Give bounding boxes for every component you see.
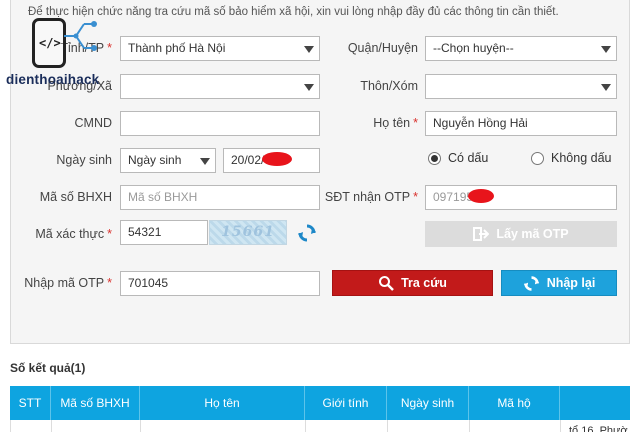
bhxh-label: Mã số BHXH (39, 190, 112, 204)
reset-label: Nhập lại (546, 276, 596, 290)
accent-off-radio[interactable] (531, 152, 544, 165)
bhxh-input[interactable]: Mã số BHXH (120, 185, 320, 210)
column-header (560, 386, 630, 420)
otp-phone-input[interactable]: 097195 (425, 185, 617, 210)
column-header: Ngày sinh (387, 386, 469, 420)
otp-phone-label: SĐT nhận OTP * (324, 190, 418, 204)
refresh-captcha-icon[interactable] (297, 223, 317, 243)
table-row[interactable]: tổ 16, Phườ (10, 420, 630, 432)
search-icon (379, 276, 394, 291)
get-otp-button[interactable]: Lấy mã OTP (425, 221, 617, 247)
id-card-input[interactable] (120, 111, 320, 136)
ward-select[interactable] (120, 74, 320, 99)
chevron-down-icon (601, 46, 611, 53)
get-otp-label: Lấy mã OTP (496, 227, 569, 241)
full-name-label: Họ tên * (373, 116, 418, 130)
district-select[interactable]: --Chọn huyện-- (425, 36, 617, 61)
results-table-header: STT Mã số BHXH Họ tên Giới tính Ngày sin… (10, 386, 630, 420)
address-cell: tổ 16, Phườ (569, 425, 628, 432)
column-header: Mã hộ (469, 386, 560, 420)
otp-code-label: Nhập mã OTP * (24, 276, 112, 290)
accent-on-label: Có dấu (448, 151, 489, 165)
captcha-label: Mã xác thực * (35, 227, 112, 241)
full-name-input[interactable]: Nguyễn Hồng Hải (425, 111, 617, 136)
birth-type-select[interactable]: Ngày sinh (120, 148, 216, 173)
province-select[interactable]: Thành phố Hà Nội (120, 36, 320, 61)
village-select[interactable] (425, 74, 617, 99)
chevron-down-icon (304, 46, 314, 53)
sign-in-icon (473, 227, 490, 241)
accent-off-label: Không dấu (551, 151, 612, 165)
redaction-mark (468, 189, 494, 203)
intro-text: Để thực hiện chức năng tra cứu mã số bảo… (28, 6, 559, 18)
village-label: Thôn/Xóm (360, 79, 418, 93)
chevron-down-icon (200, 158, 210, 165)
id-card-label: CMND (74, 116, 113, 130)
column-header: STT (10, 386, 51, 420)
otp-code-input[interactable]: 701045 (120, 271, 320, 296)
refresh-icon (523, 275, 539, 291)
column-header: Giới tính (305, 386, 387, 420)
column-header: Mã số BHXH (51, 386, 140, 420)
network-icon (64, 21, 97, 51)
redaction-mark (262, 152, 292, 166)
result-count: Số kết quả(1) (10, 361, 86, 375)
district-label: Quận/Huyện (347, 41, 418, 55)
captcha-image: 15661 (209, 220, 287, 245)
logo-text: dienthoaihack (6, 72, 100, 87)
column-header: Họ tên (140, 386, 305, 420)
chevron-down-icon (601, 84, 611, 91)
accent-on-radio[interactable] (428, 152, 441, 165)
reset-button[interactable]: Nhập lại (501, 270, 617, 296)
search-button[interactable]: Tra cứu (332, 270, 493, 296)
watermark-logo: </> dienthoaihack (6, 14, 106, 94)
birth-label: Ngày sinh (56, 153, 112, 167)
chevron-down-icon (304, 84, 314, 91)
captcha-input[interactable]: 54321 (120, 220, 208, 245)
search-label: Tra cứu (401, 276, 447, 290)
